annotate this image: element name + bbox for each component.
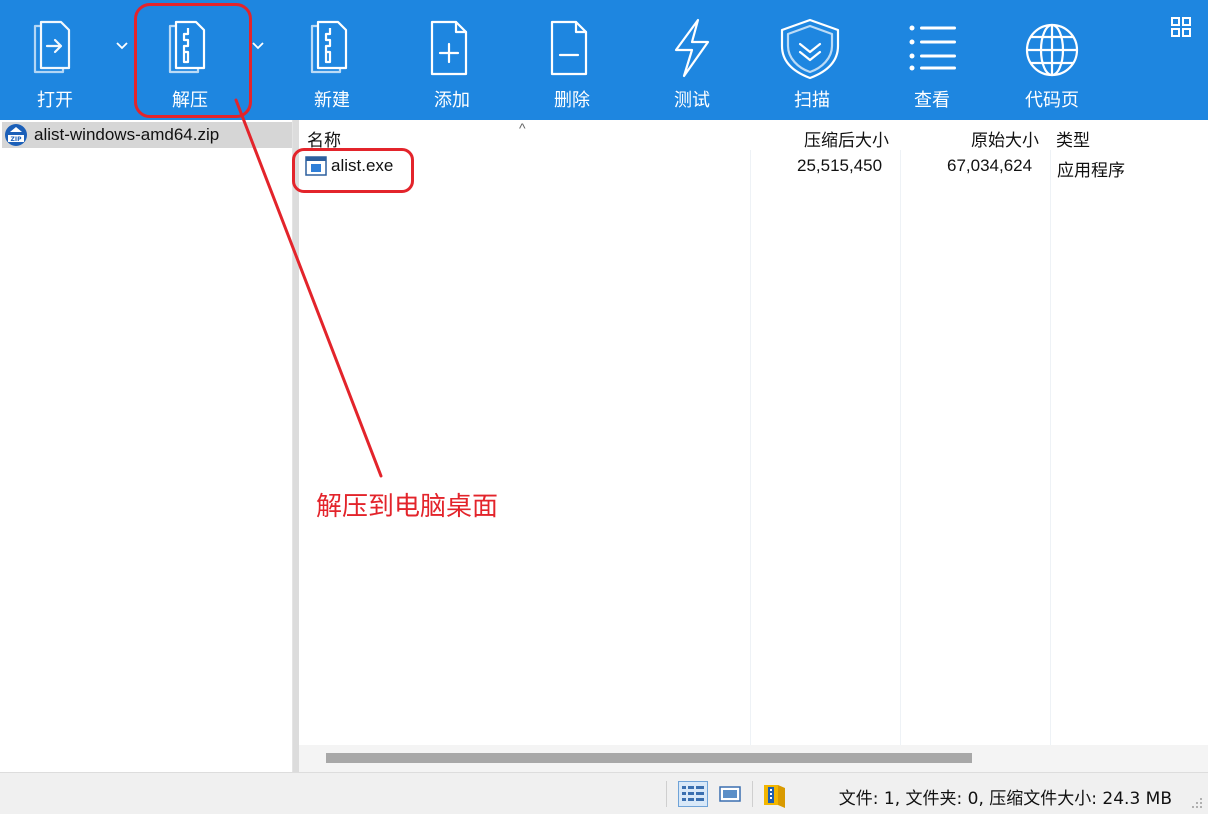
- archive-tree: ZIP alist-windows-amd64.zip: [0, 120, 293, 772]
- view-label: 查看: [914, 90, 950, 111]
- extract-dropdown-chevron-icon[interactable]: [251, 40, 265, 52]
- zip-archive-icon: ZIP: [5, 124, 27, 146]
- column-divider: [900, 150, 901, 745]
- column-header-packed-size[interactable]: 压缩后大小: [804, 126, 889, 151]
- column-divider: [1050, 150, 1051, 745]
- file-original-size: 67,034,624: [947, 156, 1033, 175]
- window-layout-icon[interactable]: [1170, 16, 1192, 38]
- tree-item-label: alist-windows-amd64.zip: [34, 125, 220, 144]
- column-header-name[interactable]: 名称: [307, 126, 341, 151]
- toolbar: 打开 解压 新建 添加 删除 测试 扫描 查看 代码页: [0, 0, 1208, 120]
- tree-item-archive[interactable]: ZIP alist-windows-amd64.zip: [2, 122, 292, 148]
- file-type: 应用程序: [1057, 161, 1125, 180]
- column-header-original-size[interactable]: 原始大小: [971, 126, 1039, 151]
- test-label: 测试: [674, 90, 710, 111]
- open-dropdown-chevron-icon[interactable]: [115, 40, 129, 52]
- add-file-icon: [430, 20, 468, 76]
- exe-file-icon: [305, 156, 327, 176]
- new-archive-icon: [310, 20, 348, 74]
- horizontal-scrollbar[interactable]: [299, 745, 1208, 772]
- codepage-label: 代码页: [1025, 90, 1079, 111]
- view-button[interactable]: 查看: [882, 0, 982, 120]
- table-row[interactable]: alist.exe 25,515,450 67,034,624 应用程序: [299, 152, 1208, 180]
- scrollbar-thumb[interactable]: [326, 753, 972, 763]
- scan-button[interactable]: 扫描: [762, 0, 862, 120]
- list-header: 名称 ^ 压缩后大小 原始大小 类型: [299, 120, 1208, 151]
- status-bar: 文件: 1, 文件夹: 0, 压缩文件大小: 24.3 MB: [0, 772, 1208, 814]
- column-header-type[interactable]: 类型: [1056, 126, 1090, 151]
- test-icon: [674, 18, 710, 78]
- file-name: alist.exe: [331, 156, 394, 175]
- svg-text:ZIP: ZIP: [11, 136, 23, 143]
- delete-button[interactable]: 删除: [522, 0, 622, 120]
- extract-button[interactable]: 解压: [140, 0, 240, 120]
- open-icon: [33, 20, 71, 74]
- codepage-button[interactable]: 代码页: [1002, 0, 1102, 120]
- sort-ascending-icon: ^: [519, 120, 526, 136]
- file-packed-size: 25,515,450: [797, 156, 883, 175]
- open-button[interactable]: 打开: [5, 0, 105, 120]
- archive-info-icon[interactable]: [760, 781, 790, 809]
- status-divider: [666, 781, 667, 807]
- add-label: 添加: [434, 90, 470, 111]
- scan-shield-icon: [780, 18, 840, 80]
- add-button[interactable]: 添加: [402, 0, 502, 120]
- view-list-icon: [909, 25, 956, 71]
- delete-file-icon: [550, 20, 588, 76]
- column-divider: [750, 150, 751, 745]
- thumbnail-view-icon[interactable]: [716, 781, 744, 807]
- file-list: 名称 ^ 压缩后大小 原始大小 类型 alist.exe 25,515,450 …: [299, 120, 1208, 772]
- globe-icon: [1025, 23, 1079, 77]
- extract-icon: [168, 20, 206, 74]
- resize-grip-icon[interactable]: [1190, 796, 1204, 810]
- annotation-label: 解压到电脑桌面: [316, 492, 499, 522]
- delete-label: 删除: [554, 90, 590, 111]
- details-view-icon[interactable]: [678, 781, 708, 807]
- status-text: 文件: 1, 文件夹: 0, 压缩文件大小: 24.3 MB: [838, 789, 1172, 809]
- test-button[interactable]: 测试: [642, 0, 742, 120]
- scan-label: 扫描: [794, 90, 830, 111]
- extract-label: 解压: [172, 90, 208, 111]
- new-archive-label: 新建: [314, 90, 350, 111]
- status-divider: [752, 781, 753, 807]
- new-archive-button[interactable]: 新建: [282, 0, 382, 120]
- open-label: 打开: [37, 90, 73, 111]
